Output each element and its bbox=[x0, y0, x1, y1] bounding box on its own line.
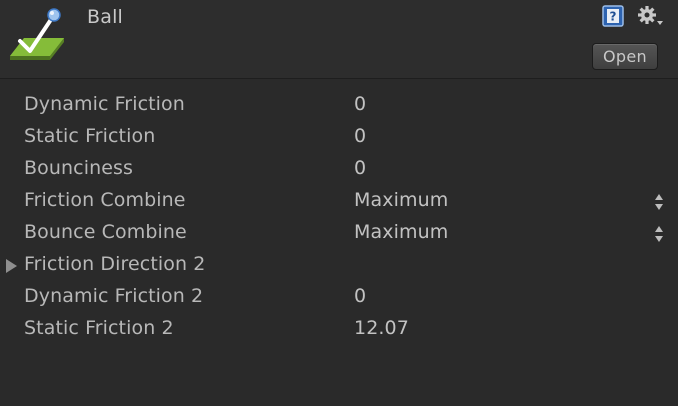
static-friction-field[interactable]: 0 bbox=[354, 125, 366, 147]
properties-list: Dynamic Friction 0 Static Friction 0 Bou… bbox=[0, 90, 678, 346]
friction-direction-2-row[interactable]: Friction Direction 2 bbox=[0, 250, 678, 282]
help-icon[interactable]: ? bbox=[601, 4, 625, 28]
dynamic-friction-2-label: Dynamic Friction 2 bbox=[24, 285, 204, 307]
static-friction-label: Static Friction bbox=[24, 125, 156, 147]
foldout-arrow-icon[interactable] bbox=[4, 258, 18, 274]
dynamic-friction-2-row: Dynamic Friction 2 0 bbox=[0, 282, 678, 314]
friction-combine-dropdown[interactable]: Maximum bbox=[354, 189, 448, 211]
bounciness-row: Bounciness 0 bbox=[0, 154, 678, 186]
bounciness-label: Bounciness bbox=[24, 157, 133, 179]
bounce-combine-row: Bounce Combine Maximum bbox=[0, 218, 678, 250]
open-button[interactable]: Open bbox=[592, 43, 658, 70]
dynamic-friction-label: Dynamic Friction bbox=[24, 93, 185, 115]
dynamic-friction-2-field[interactable]: 0 bbox=[354, 285, 366, 307]
static-friction-2-label: Static Friction 2 bbox=[24, 317, 174, 339]
dropdown-arrows-icon[interactable] bbox=[654, 193, 664, 211]
bounciness-field[interactable]: 0 bbox=[354, 157, 366, 179]
static-friction-row: Static Friction 0 bbox=[0, 122, 678, 154]
dynamic-friction-field[interactable]: 0 bbox=[354, 93, 366, 115]
asset-title: Ball bbox=[87, 6, 124, 28]
friction-combine-label: Friction Combine bbox=[24, 189, 186, 211]
physic-material-icon bbox=[10, 8, 64, 60]
svg-text:?: ? bbox=[610, 10, 617, 24]
friction-direction-2-label[interactable]: Friction Direction 2 bbox=[24, 253, 205, 275]
gear-icon[interactable] bbox=[636, 4, 664, 28]
inspector-header: Ball ? Open bbox=[0, 0, 678, 79]
dynamic-friction-row: Dynamic Friction 0 bbox=[0, 90, 678, 122]
inspector-panel: Ball ? Open Dynamic Friction 0 Static Fr… bbox=[0, 0, 678, 406]
bounce-combine-dropdown[interactable]: Maximum bbox=[354, 221, 448, 243]
static-friction-2-row: Static Friction 2 12.07 bbox=[0, 314, 678, 346]
dropdown-arrows-icon[interactable] bbox=[654, 225, 664, 243]
bounce-combine-label: Bounce Combine bbox=[24, 221, 187, 243]
static-friction-2-field[interactable]: 12.07 bbox=[354, 317, 409, 339]
friction-combine-row: Friction Combine Maximum bbox=[0, 186, 678, 218]
